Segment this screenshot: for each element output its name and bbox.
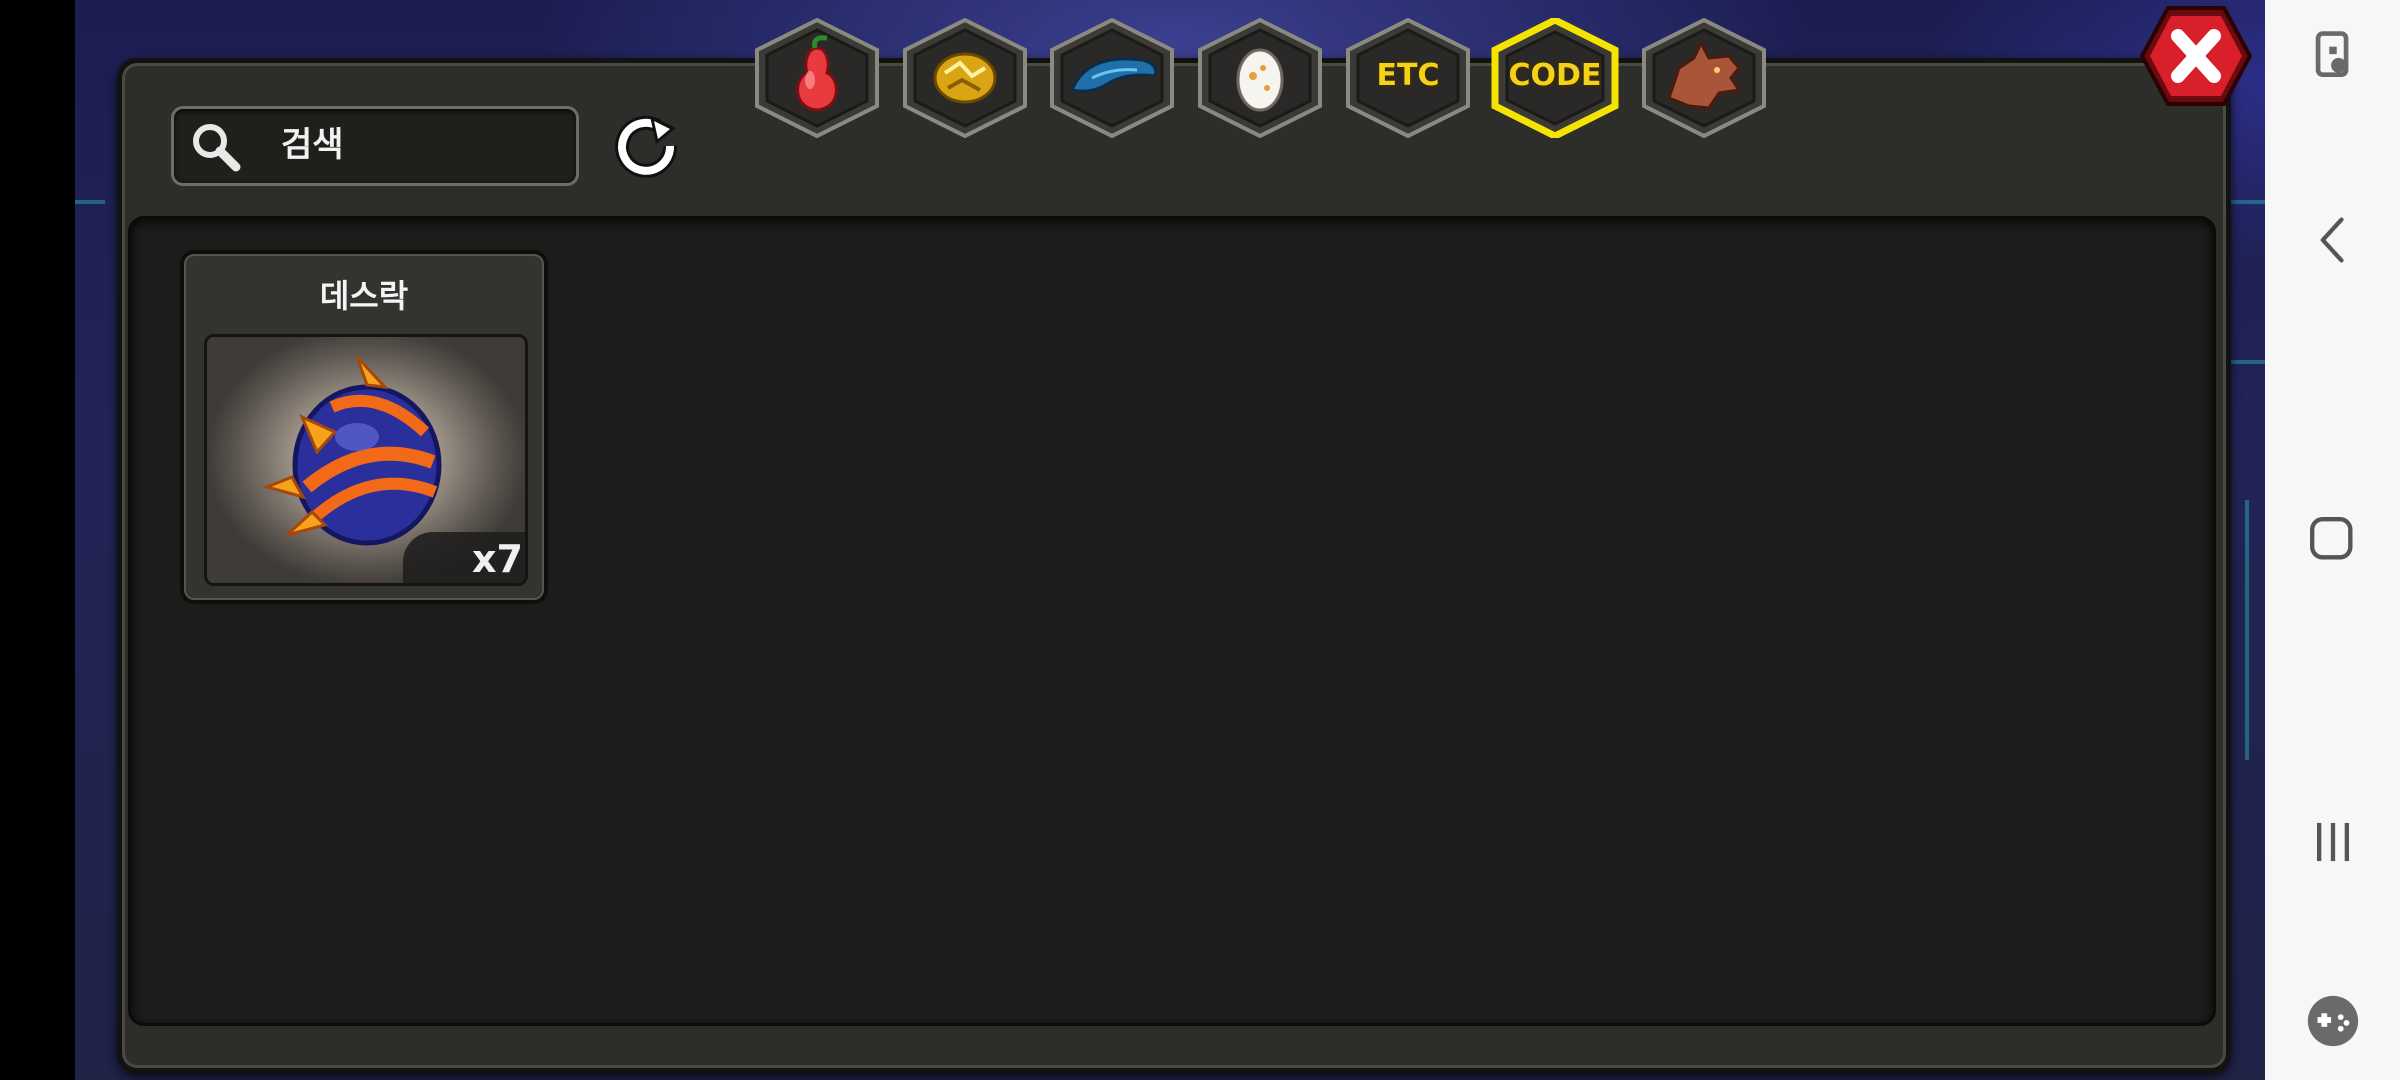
list-item[interactable]: 데스락 x7 [180,250,548,604]
screen-touch-icon[interactable] [2265,26,2400,86]
tab-code[interactable]: CODE [1490,18,1620,138]
recents-icon[interactable] [2265,810,2400,874]
game-tools-icon[interactable] [2265,990,2400,1052]
refresh-button[interactable] [610,114,684,180]
close-icon [2139,6,2253,106]
pear-fruit-icon [796,35,838,112]
back-icon[interactable] [2265,210,2400,270]
tab-dragon[interactable] [1639,18,1769,138]
search-placeholder: 검색 [281,125,344,165]
item-count-badge: x7 [403,532,525,583]
tab-fruit[interactable] [752,18,882,138]
tab-etc[interactable]: ETC [1343,18,1473,138]
home-icon[interactable] [2265,510,2400,570]
search-icon [193,124,241,172]
refresh-icon [615,115,678,178]
item-image-frame: x7 [204,334,528,586]
tab-scale[interactable] [1047,18,1177,138]
search-input[interactable]: 검색 [171,106,579,186]
close-button[interactable] [2138,4,2254,108]
blue-scale-icon [1069,57,1158,93]
tab-etc-label: ETC [1376,58,1440,93]
item-count: x7 [472,537,523,581]
dragon-head-icon [1667,39,1742,110]
egg-icon [1236,48,1284,112]
gold-nugget-icon [933,52,997,104]
item-name: 데스락 [319,277,409,315]
screen: 검색 데스락 x7 ETC CODE [0,0,2400,1080]
tab-egg[interactable] [1195,18,1325,138]
letterbox-left [0,0,75,1080]
tab-code-label: CODE [1508,58,1602,93]
tab-gold[interactable] [900,18,1030,138]
